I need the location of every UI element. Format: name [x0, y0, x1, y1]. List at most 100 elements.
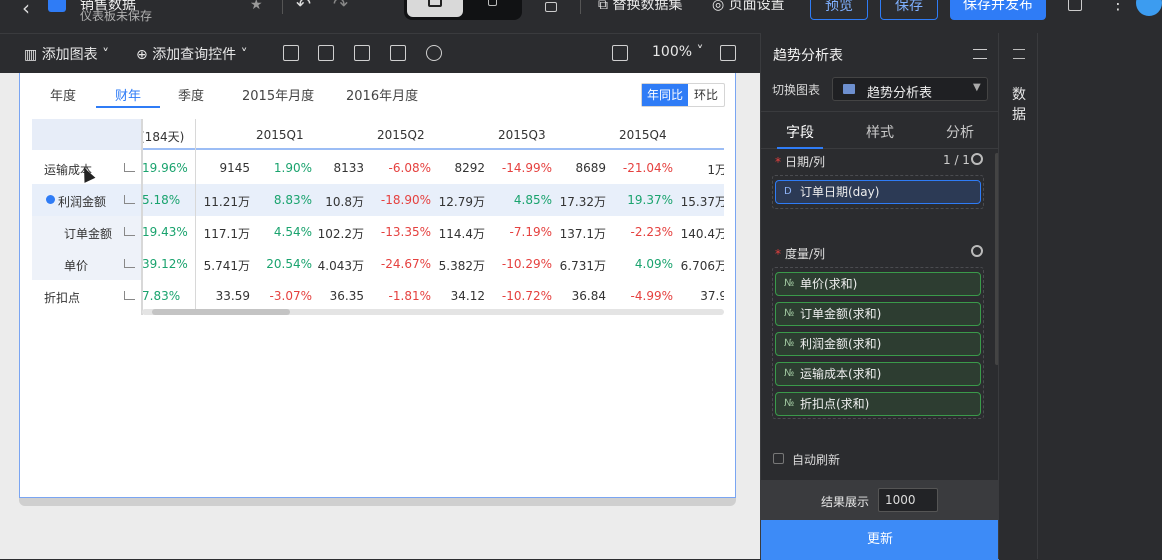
save-button[interactable]: 保存 [880, 0, 938, 20]
metric-value: 5.741万 [203, 259, 250, 273]
required-mark: * [775, 247, 781, 261]
more-icon[interactable]: ⋮ [1110, 0, 1126, 13]
data-panel-strip[interactable]: 数据 [998, 33, 1038, 559]
field-pill[interactable]: № 订单金额(求和) [775, 302, 981, 326]
metric-value: 6.731万 [559, 259, 606, 273]
line-chart-icon[interactable] [124, 291, 135, 300]
field-pill-order-date[interactable]: D 订单日期(day) [775, 180, 981, 204]
chart-config-panel: 趋势分析表 切换图表 趋势分析表 ▼ 字段 样式 分析 * 日期/列 1 / 1 … [760, 33, 999, 560]
tab-component-icon[interactable] [318, 45, 334, 61]
horizontal-scrollbar[interactable] [142, 309, 724, 315]
yoy-button[interactable]: 年同比 [642, 84, 688, 106]
date-field-icon: D [784, 186, 792, 197]
field-pill[interactable]: № 利润金额(求和) [775, 332, 981, 356]
row-label: 利润金额 [58, 195, 107, 209]
mobile-view-icon[interactable] [488, 0, 497, 6]
dashboard-canvas: 年度 财年 季度 2015年月度 2016年月度 年同比 环比 (184天) 2… [0, 73, 760, 559]
external-link-icon[interactable] [1068, 0, 1082, 11]
metric-value: 33.59 [215, 289, 250, 303]
measure-title: 度量/列 [785, 247, 826, 261]
row-label: 折扣点 [44, 291, 81, 305]
field-pill[interactable]: № 折扣点(求和) [775, 392, 981, 416]
dimension-count: 1 / 1 [943, 153, 970, 167]
image-icon[interactable] [390, 45, 406, 61]
collapse-panel-icon[interactable] [973, 49, 987, 59]
swap-dataset-button[interactable]: ⧉ 替换数据集 [598, 0, 682, 14]
tab-analysis[interactable]: 分析 [946, 122, 974, 142]
column-header: 2015Q4 [619, 128, 667, 142]
desktop-view-button[interactable] [407, 0, 463, 17]
tab-style[interactable]: 样式 [866, 122, 894, 142]
save-publish-button[interactable]: 保存并发布 [950, 0, 1046, 20]
layout-icon[interactable] [283, 45, 299, 61]
dimension-dropzone[interactable]: D 订单日期(day) [772, 175, 984, 209]
change-value: -24.67% [380, 257, 431, 271]
empty-area [1038, 33, 1162, 559]
auto-refresh-label: 自动刷新 [792, 453, 841, 467]
zoom-in-icon: ⊕ [136, 47, 153, 63]
tab-2015-monthly[interactable]: 2015年月度 [242, 85, 314, 104]
update-button[interactable]: 更新 [761, 520, 999, 560]
measure-section-title: * 度量/列 [775, 245, 825, 262]
link-icon[interactable] [426, 45, 442, 61]
lock-icon[interactable] [545, 2, 557, 12]
active-tab-indicator [777, 147, 823, 149]
tab-fields[interactable]: 字段 [786, 122, 814, 142]
undo-icon[interactable]: ↶ [296, 0, 311, 15]
result-count-input[interactable]: 1000 [878, 488, 938, 512]
change-value: -4.99% [630, 289, 673, 303]
row-label: 单价 [64, 259, 89, 273]
line-chart-icon[interactable] [124, 163, 135, 172]
metric-value: 11.21万 [203, 195, 250, 209]
tab-fiscal-year[interactable]: 财年 [115, 85, 141, 104]
line-chart-icon[interactable] [124, 227, 135, 236]
swap-dataset-icon: ⧉ [598, 0, 613, 13]
measure-dropzone[interactable]: № 单价(求和) № 订单金额(求和) № 利润金额(求和) № 运输成本(求和) № 折扣点(求… [772, 267, 984, 419]
tab-year[interactable]: 年度 [50, 85, 76, 104]
preview-button[interactable]: 预览 [810, 0, 868, 20]
collapse-icon[interactable] [46, 195, 55, 204]
metric-value: 10.8万 [325, 195, 364, 209]
page-settings-button[interactable]: ◎ 页面设置 [712, 0, 785, 14]
change-value: 4.85% [513, 193, 552, 207]
add-query-control-button[interactable]: ⊕ 添加查询控件 ˅ [136, 44, 248, 64]
trend-table-card[interactable]: 年度 财年 季度 2015年月度 2016年月度 年同比 环比 (184天) 2… [19, 73, 736, 498]
redo-icon[interactable]: ↷ [333, 0, 348, 15]
zoom-select[interactable]: 100% ˅ [652, 44, 703, 60]
switch-chart-label: 切换图表 [772, 83, 821, 97]
metric-value: 8689 [575, 161, 606, 175]
field-pill[interactable]: № 运输成本(求和) [775, 362, 981, 386]
chart-type-select[interactable]: 趋势分析表 ▼ [832, 77, 988, 101]
mom-button[interactable]: 环比 [688, 84, 724, 106]
field-pill-label: 订单日期(day) [800, 185, 880, 199]
swap-dataset-label: 替换数据集 [612, 0, 683, 13]
change-value: -18.90% [380, 193, 431, 207]
divider [580, 0, 581, 14]
change-value: 39.12% [142, 257, 188, 271]
back-icon[interactable]: ‹ [22, 0, 30, 20]
add-chart-button[interactable]: ▥ 添加图表 ˅ [24, 44, 109, 64]
compare-toggle: 年同比 环比 [641, 83, 725, 107]
change-value: 1.90% [273, 161, 312, 175]
gear-icon[interactable] [971, 153, 983, 165]
required-mark: * [775, 155, 781, 169]
auto-refresh-checkbox[interactable] [773, 453, 784, 464]
table-row: 订单金额 19.43% 117.1万 4.54% 102.2万 -13.35% 114.4万… [32, 216, 724, 248]
line-chart-icon[interactable] [124, 259, 135, 268]
star-icon[interactable]: ★ [250, 0, 263, 13]
field-pill[interactable]: № 单价(求和) [775, 272, 981, 296]
scrollbar-thumb[interactable] [152, 309, 290, 315]
tab-2016-monthly[interactable]: 2016年月度 [346, 85, 418, 104]
line-chart-icon[interactable] [124, 195, 135, 204]
metric-value: 117.1万 [203, 227, 250, 241]
grid-icon[interactable] [612, 45, 628, 61]
tab-quarter[interactable]: 季度 [178, 85, 204, 104]
metric-value: 12.79万 [438, 195, 485, 209]
text-icon[interactable] [354, 45, 370, 61]
assistant-icon[interactable] [1136, 0, 1162, 16]
expand-data-icon[interactable] [1013, 49, 1025, 59]
add-chart-label: 添加图表 [41, 47, 98, 63]
column-header: 2015Q2 [377, 128, 425, 142]
keyboard-icon[interactable] [720, 45, 736, 61]
gear-icon[interactable] [971, 245, 983, 257]
